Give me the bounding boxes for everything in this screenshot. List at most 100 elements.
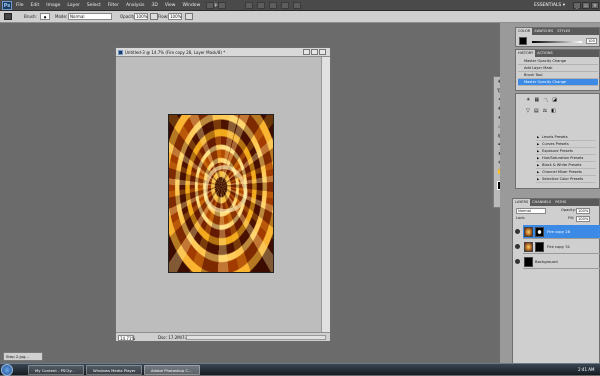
- menu-file[interactable]: File: [16, 0, 24, 11]
- exposure-icon[interactable]: ◪: [552, 97, 557, 107]
- layer-name[interactable]: Fire copy 28: [547, 225, 570, 239]
- document-icon: [118, 50, 123, 55]
- mode-select[interactable]: Normal: [68, 13, 112, 20]
- black-white-icon[interactable]: ◧: [551, 108, 556, 118]
- rotate-view-icon[interactable]: [269, 2, 277, 9]
- menu-select[interactable]: Select: [87, 0, 101, 11]
- color-panel-tabs: COLOR SWATCHES STYLES: [516, 28, 599, 35]
- history-item-active[interactable]: Master Opacity Change: [518, 79, 598, 86]
- layer-thumbnail: [524, 257, 533, 267]
- tab-actions[interactable]: ACTIONS: [535, 50, 555, 57]
- tab-layers[interactable]: LAYERS: [513, 199, 531, 206]
- launch-bridge-icon[interactable]: [206, 2, 214, 9]
- layers-panel-tabs: LAYERS CHANNELS PATHS: [513, 199, 599, 206]
- opacity-input[interactable]: 100%: [134, 13, 148, 20]
- color-value[interactable]: 100: [586, 38, 597, 44]
- layer-row[interactable]: Fire copy 31: [515, 240, 600, 254]
- close-window-icon[interactable]: ×: [591, 2, 599, 9]
- tab-channels[interactable]: CHANNELS: [530, 199, 553, 206]
- tab-paths[interactable]: PATHS: [553, 199, 568, 206]
- launch-minibridge-icon[interactable]: [218, 2, 226, 9]
- hue-saturation-icon[interactable]: ▤: [534, 108, 539, 118]
- menu-window[interactable]: Window: [183, 0, 201, 11]
- menu-edit[interactable]: Edit: [31, 0, 40, 11]
- history-item[interactable]: Add Layer Mask: [518, 65, 598, 72]
- photoshop-logo-icon: Ps: [2, 1, 12, 10]
- screen-mode-icon[interactable]: [293, 2, 301, 9]
- layer-opacity-input[interactable]: 100%: [576, 208, 591, 214]
- color-balance-icon[interactable]: ⚖: [543, 108, 547, 118]
- preset-item[interactable]: Black & White Presets: [536, 162, 596, 169]
- layer-mask-thumbnail[interactable]: [535, 242, 544, 252]
- vertical-scrollbar[interactable]: [321, 57, 330, 332]
- workspace-switcher[interactable]: ESSENTIALS ▾: [534, 2, 565, 9]
- minimize-window-icon[interactable]: _: [573, 2, 581, 9]
- start-button[interactable]: [1, 364, 13, 376]
- menu-layer[interactable]: Layer: [67, 0, 80, 11]
- minimized-document[interactable]: Step 2.jpg...: [3, 352, 43, 361]
- pressure-opacity-icon[interactable]: [150, 13, 158, 20]
- taskbar-item[interactable]: Windows Media Player: [86, 365, 142, 375]
- tab-swatches[interactable]: SWATCHES: [532, 28, 555, 35]
- visibility-eye-icon[interactable]: [515, 229, 520, 234]
- color-slider[interactable]: [532, 41, 582, 43]
- menu-analysis[interactable]: Analysis: [126, 0, 145, 11]
- taskbar-clock: 2:41 AM: [578, 367, 595, 372]
- layer-fill-input[interactable]: 100%: [576, 216, 591, 222]
- taskbar-item-active[interactable]: Adobe Photoshop C...: [144, 365, 200, 375]
- maximize-window-icon[interactable]: ▫: [582, 2, 590, 9]
- color-panel-foreground-swatch[interactable]: [519, 37, 527, 45]
- layer-name[interactable]: Background: [535, 255, 558, 269]
- fill-label: Fill:: [568, 216, 575, 220]
- curves-icon[interactable]: 〽: [543, 97, 548, 107]
- arrange-documents-icon[interactable]: [281, 2, 289, 9]
- layer-row[interactable]: Background: [515, 255, 600, 269]
- layer-row-active[interactable]: Fire copy 28: [515, 225, 600, 239]
- history-item[interactable]: Master Opacity Change: [518, 58, 598, 65]
- airbrush-icon[interactable]: [185, 13, 193, 20]
- visibility-eye-icon[interactable]: [515, 244, 520, 249]
- hand-tool-icon[interactable]: [245, 2, 253, 9]
- zoom-tool-icon[interactable]: [257, 2, 265, 9]
- adjustments-panel: ☀ ▦ 〽 ◪ ▽ ▤ ⚖ ◧ Levels Presets Curves Pr…: [515, 93, 600, 189]
- preset-item[interactable]: Hue/Saturation Presets: [536, 155, 596, 162]
- adjustment-icons-row-1: ☀ ▦ 〽 ◪: [526, 97, 596, 107]
- layer-thumbnail: [524, 242, 533, 252]
- preset-item[interactable]: Levels Presets: [536, 134, 596, 141]
- blend-mode-select[interactable]: Normal: [516, 208, 546, 214]
- doc-minimize-button[interactable]: [303, 49, 310, 55]
- layer-name[interactable]: Fire copy 31: [547, 240, 570, 254]
- brightness-icon[interactable]: ☀: [526, 97, 530, 107]
- brush-preset-picker[interactable]: ●: [40, 13, 50, 20]
- tab-color[interactable]: COLOR: [516, 28, 533, 35]
- horizontal-scrollbar[interactable]: [186, 335, 326, 340]
- history-item[interactable]: Brush Tool: [518, 72, 598, 79]
- fire-swirl-image[interactable]: [168, 114, 274, 273]
- history-panel: HISTORY ACTIONS Master Opacity Change Ad…: [515, 49, 600, 91]
- brush-tool-icon[interactable]: [4, 13, 12, 20]
- menu-view[interactable]: View: [165, 0, 176, 11]
- doc-maximize-button[interactable]: [311, 49, 318, 55]
- zoom-level-field[interactable]: 14.71%: [118, 335, 135, 341]
- brush-label: Brush:: [24, 14, 37, 19]
- preset-item[interactable]: Selective Color Presets: [536, 176, 596, 183]
- levels-icon[interactable]: ▦: [534, 97, 539, 107]
- tab-history[interactable]: HISTORY: [516, 50, 536, 57]
- vibrance-icon[interactable]: ▽: [526, 108, 530, 118]
- taskbar-item[interactable]: My Content - PSCty...: [28, 365, 84, 375]
- layer-mask-thumbnail[interactable]: [535, 227, 544, 237]
- tab-styles[interactable]: STYLES: [555, 28, 572, 35]
- preset-item[interactable]: Channel Mixer Presets: [536, 169, 596, 176]
- menu-3d[interactable]: 3D: [151, 0, 157, 11]
- menu-filter[interactable]: Filter: [108, 0, 119, 11]
- menu-image[interactable]: Image: [46, 0, 60, 11]
- visibility-eye-icon[interactable]: [515, 259, 520, 264]
- options-bar: Brush: ● Mode: Normal Opacity: 100% Flow…: [0, 11, 600, 23]
- document-title: Untitled-3 @ 14.7% (Fire copy 28, Layer …: [125, 50, 226, 55]
- preset-item[interactable]: Curves Presets: [536, 141, 596, 148]
- document-titlebar[interactable]: Untitled-3 @ 14.7% (Fire copy 28, Layer …: [116, 48, 330, 57]
- flow-input[interactable]: 100%: [168, 13, 182, 20]
- preset-item[interactable]: Exposure Presets: [536, 148, 596, 155]
- doc-close-button[interactable]: [319, 49, 326, 55]
- mode-label: Mode:: [55, 14, 68, 19]
